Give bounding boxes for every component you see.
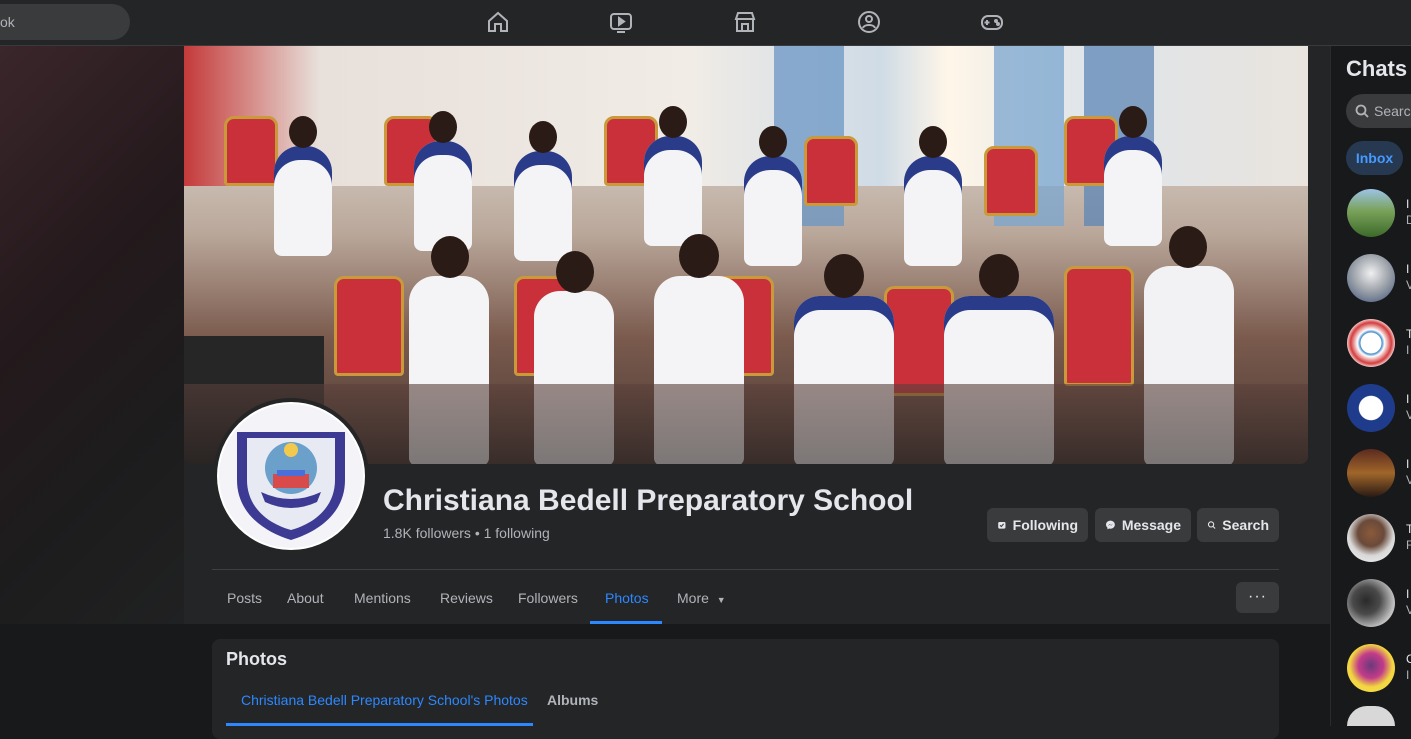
- message-button-label: Message: [1121, 517, 1181, 533]
- tab-mentions[interactable]: Mentions: [354, 590, 411, 606]
- student: [414, 111, 472, 251]
- chat-name: I: [1406, 587, 1410, 601]
- chat-search-placeholder: Search: [1374, 103, 1411, 119]
- tab-followers[interactable]: Followers: [518, 590, 578, 606]
- student: [514, 121, 572, 261]
- top-navigation-bar: ok: [0, 0, 1411, 46]
- chat-name: T: [1406, 327, 1411, 341]
- tab-page-photos[interactable]: Christiana Bedell Preparatory School's P…: [241, 692, 528, 708]
- chat-message: I: [1406, 343, 1410, 357]
- home-icon[interactable]: [485, 9, 511, 35]
- chat-avatar[interactable]: [1347, 449, 1395, 497]
- following-button[interactable]: Following: [987, 508, 1088, 542]
- chat-message: I: [1406, 668, 1410, 682]
- chat-avatar[interactable]: [1347, 189, 1395, 237]
- inbox-filter-button[interactable]: Inbox: [1346, 141, 1403, 175]
- chat-name: I: [1406, 457, 1410, 471]
- chair: [224, 116, 278, 186]
- school-logo: [217, 402, 365, 550]
- more-options-button[interactable]: ···: [1236, 582, 1279, 613]
- tab-more-label: More: [677, 590, 709, 606]
- chat-avatar[interactable]: [1347, 254, 1395, 302]
- student: [274, 116, 332, 256]
- search-icon: [1207, 521, 1216, 529]
- student: [904, 126, 962, 266]
- caret-down-icon: ▼: [716, 595, 726, 605]
- search-icon: [1355, 104, 1369, 118]
- chair: [1064, 266, 1134, 386]
- chat-preview[interactable]: IV: [1406, 586, 1411, 618]
- chat-preview[interactable]: IV: [1406, 391, 1411, 423]
- chat-message: D: [1406, 213, 1411, 227]
- chat-message: F: [1406, 538, 1411, 552]
- search-button[interactable]: Search: [1197, 508, 1279, 542]
- chat-name: I: [1406, 262, 1410, 276]
- chat-message: V: [1406, 278, 1411, 292]
- chat-name: T: [1406, 522, 1411, 536]
- chair: [334, 276, 404, 376]
- chat-preview[interactable]: TF: [1406, 521, 1411, 553]
- chat-avatar[interactable]: [1347, 644, 1395, 692]
- chat-name: C: [1406, 652, 1411, 666]
- school-crest-icon: [219, 404, 363, 548]
- chat-preview[interactable]: ID: [1406, 196, 1411, 228]
- cover-side-shade: [0, 46, 184, 624]
- ellipsis-icon: ···: [1248, 588, 1267, 605]
- chair: [804, 136, 858, 206]
- messenger-icon: [1106, 520, 1115, 530]
- student: [644, 106, 702, 246]
- gaming-icon[interactable]: [979, 9, 1005, 35]
- tab-about[interactable]: About: [287, 590, 324, 606]
- chat-message: V: [1406, 408, 1411, 422]
- header-divider: [212, 569, 1279, 570]
- tab-photos[interactable]: Photos: [605, 590, 649, 606]
- student: [1104, 106, 1162, 246]
- chat-avatar[interactable]: [1347, 319, 1395, 367]
- chat-search-input[interactable]: Search: [1346, 94, 1411, 128]
- tab-more[interactable]: More ▼: [677, 590, 726, 606]
- chat-avatar[interactable]: [1347, 514, 1395, 562]
- student: [744, 126, 802, 266]
- chat-message: V: [1406, 473, 1411, 487]
- tab-albums[interactable]: Albums: [547, 692, 598, 708]
- following-check-icon: [998, 521, 1006, 529]
- facebook-search-input[interactable]: ok: [0, 4, 130, 40]
- message-button[interactable]: Message: [1095, 508, 1191, 542]
- profile-picture[interactable]: [213, 398, 369, 554]
- chat-preview[interactable]: IV: [1406, 456, 1411, 488]
- video-icon[interactable]: [608, 9, 634, 35]
- chat-avatar[interactable]: [1347, 384, 1395, 432]
- chats-title: Chats: [1346, 56, 1408, 81]
- chat-preview[interactable]: CI: [1406, 651, 1411, 683]
- photos-heading: Photos: [226, 649, 287, 669]
- active-tab-indicator: [590, 621, 662, 624]
- search-button-label: Search: [1222, 517, 1269, 533]
- chat-message: V: [1406, 603, 1411, 617]
- marketplace-icon[interactable]: [732, 9, 758, 35]
- tab-posts[interactable]: Posts: [227, 590, 262, 606]
- tab-reviews[interactable]: Reviews: [440, 590, 493, 606]
- chat-name: I: [1406, 392, 1410, 406]
- following-button-label: Following: [1012, 517, 1078, 533]
- chat-preview[interactable]: TI: [1406, 326, 1411, 358]
- chat-avatar[interactable]: [1347, 579, 1395, 627]
- cover-photo[interactable]: [184, 46, 1308, 464]
- chat-name: I: [1406, 197, 1410, 211]
- chat-preview[interactable]: IV: [1406, 261, 1411, 293]
- chair: [984, 146, 1038, 216]
- page-title: Christiana Bedell Preparatory School: [383, 484, 914, 517]
- follower-stats[interactable]: 1.8K followers • 1 following: [383, 525, 550, 541]
- groups-icon[interactable]: [856, 9, 882, 35]
